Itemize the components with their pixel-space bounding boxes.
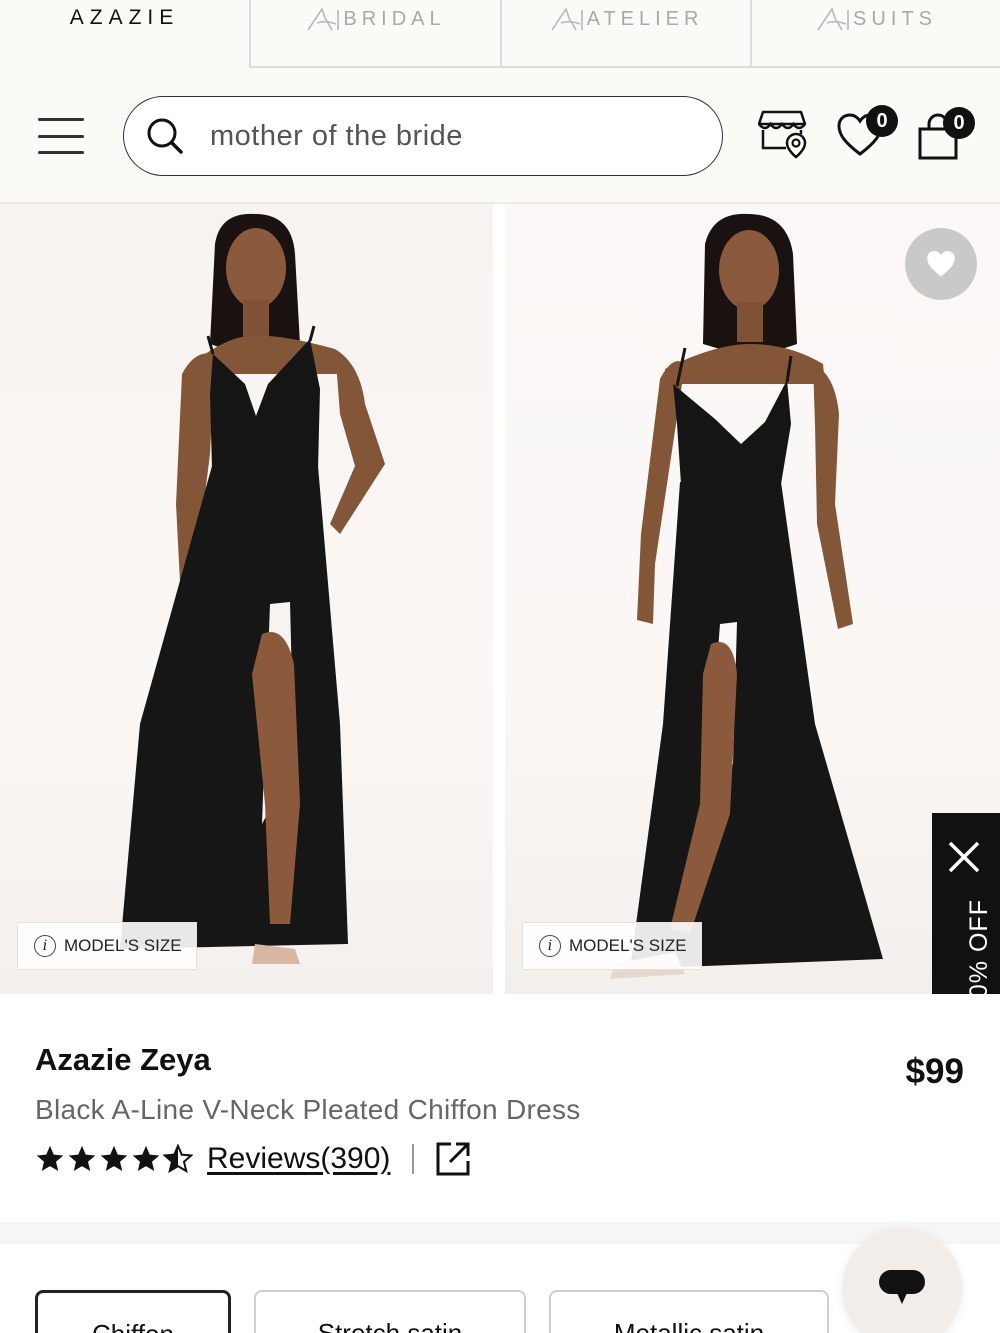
section-divider: [0, 1222, 1000, 1244]
star-icon: [68, 1145, 96, 1171]
bridal-label: BRIDAL: [343, 7, 446, 30]
reviews-link[interactable]: Reviews(390): [207, 1142, 390, 1176]
share-external-icon[interactable]: [436, 1142, 470, 1176]
dress-model-illustration: [120, 213, 385, 964]
brand-tab-suits[interactable]: SUITS: [750, 0, 1000, 68]
shopping-bag-icon[interactable]: 0: [916, 107, 975, 166]
star-icon: [100, 1145, 128, 1171]
wishlist-count-badge: 0: [866, 105, 898, 137]
star-icon: [36, 1145, 64, 1171]
model-size-button[interactable]: i MODEL'S SIZE: [17, 922, 197, 970]
product-description: Black A-Line V-Neck Pleated Chiffon Dres…: [35, 1094, 581, 1125]
hamburger-menu-icon[interactable]: [38, 118, 84, 154]
fabric-option-stretch-satin[interactable]: Stretch satin: [254, 1290, 526, 1333]
brand-tab-atelier[interactable]: ATELIER: [500, 0, 750, 68]
search-input[interactable]: mother of the bride: [123, 96, 723, 176]
cart-count-badge: 0: [943, 107, 975, 139]
model-size-label: MODEL'S SIZE: [64, 936, 182, 955]
chat-bubble-icon: [879, 1270, 925, 1304]
wishlist-heart-icon[interactable]: 0: [836, 105, 898, 163]
search-value: mother of the bride: [210, 119, 463, 152]
product-price: $99: [905, 1052, 964, 1091]
header: mother of the bride 0 0: [0, 68, 1000, 204]
brand-tab-bridal[interactable]: BRIDAL: [249, 0, 500, 68]
rating-row: Reviews(390): [35, 1139, 470, 1179]
suits-label: SUITS: [853, 7, 937, 30]
azazie-logo: AZAZIE: [69, 6, 180, 29]
product-name: Azazie Zeya: [35, 1042, 211, 1077]
brand-tab-azazie[interactable]: AZAZIE: [0, 0, 249, 68]
star-rating: [35, 1144, 193, 1174]
info-icon: i: [34, 935, 56, 957]
close-icon[interactable]: [946, 839, 982, 875]
star-icon: [132, 1145, 160, 1171]
divider: [412, 1144, 415, 1174]
fabric-option-chiffon[interactable]: Chiffon: [35, 1290, 231, 1333]
heart-icon: [927, 250, 955, 277]
search-icon: [147, 118, 183, 154]
a-logo-icon: [307, 7, 340, 31]
half-star-icon: [163, 1144, 193, 1174]
store-locator-icon[interactable]: [757, 108, 810, 165]
brand-bar: AZAZIE BRIDAL ATELIER SUITS: [0, 0, 1000, 68]
a-logo-icon: [817, 7, 849, 31]
a-logo-icon: [550, 7, 583, 31]
atelier-label: ATELIER: [586, 7, 704, 30]
fabric-option-metallic-satin[interactable]: Metallic satin: [549, 1290, 829, 1333]
model-size-label: MODEL'S SIZE: [569, 936, 687, 955]
product-photo-front[interactable]: i MODEL'S SIZE: [0, 204, 493, 994]
dress-model-illustration: [610, 213, 883, 979]
model-size-button[interactable]: i MODEL'S SIZE: [522, 922, 702, 970]
product-photo-angle[interactable]: i MODEL'S SIZE: [505, 204, 1000, 994]
product-gallery: i MODEL'S SIZE i MODEL'S SIZE: [0, 204, 1000, 994]
favorite-button[interactable]: [905, 228, 977, 300]
product-info: Azazie Zeya $99 Black A-Line V-Neck Plea…: [0, 994, 1000, 1222]
info-icon: i: [539, 935, 561, 957]
